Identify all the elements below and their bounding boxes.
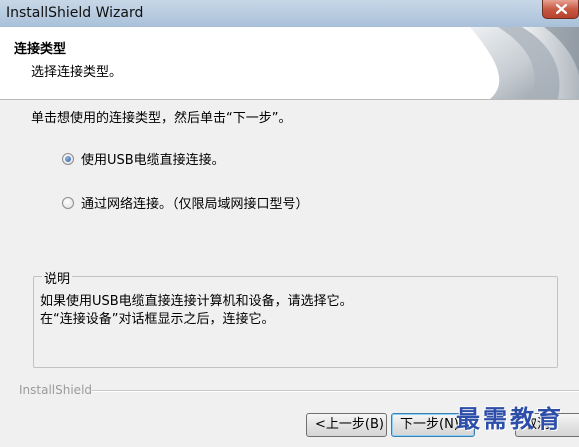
brand-label: InstallShield (19, 383, 93, 397)
close-button[interactable] (542, 0, 579, 19)
title-bar: InstallShield Wizard (0, 0, 579, 27)
option-usb-label: 使用USB电缆直接连接。 (81, 153, 225, 168)
option-network-label: 通过网络连接。（仅限局域网接口型号） (81, 197, 309, 212)
instruction-text: 单击想使用的连接类型，然后单击“下一步”。 (31, 111, 292, 126)
option-network[interactable]: 通过网络连接。（仅限局域网接口型号） (62, 193, 309, 212)
watermark: 最需教育 (456, 404, 564, 433)
header-title: 连接类型 (14, 42, 67, 57)
back-button[interactable]: <上一步(B) (306, 413, 387, 437)
header-graphic (470, 27, 579, 99)
header-subtitle: 选择连接类型。 (31, 65, 123, 80)
footer-divider (92, 390, 579, 392)
description-group: 说明 如果使用USB电缆直接连接计算机和设备，请选择它。 在“连接设备”对话框显… (33, 268, 558, 368)
radio-usb[interactable] (62, 152, 74, 165)
header-panel: 连接类型 选择连接类型。 (0, 27, 579, 100)
option-usb[interactable]: 使用USB电缆直接连接。 (62, 149, 225, 168)
window-title: InstallShield Wizard (6, 5, 144, 21)
close-icon (556, 4, 567, 14)
radio-network[interactable] (62, 196, 74, 209)
description-line-2: 在“连接设备”对话框显示之后，连接它。 (40, 312, 275, 327)
description-legend: 说明 (42, 268, 73, 287)
description-line-1: 如果使用USB电缆直接连接计算机和设备，请选择它。 (40, 294, 353, 309)
